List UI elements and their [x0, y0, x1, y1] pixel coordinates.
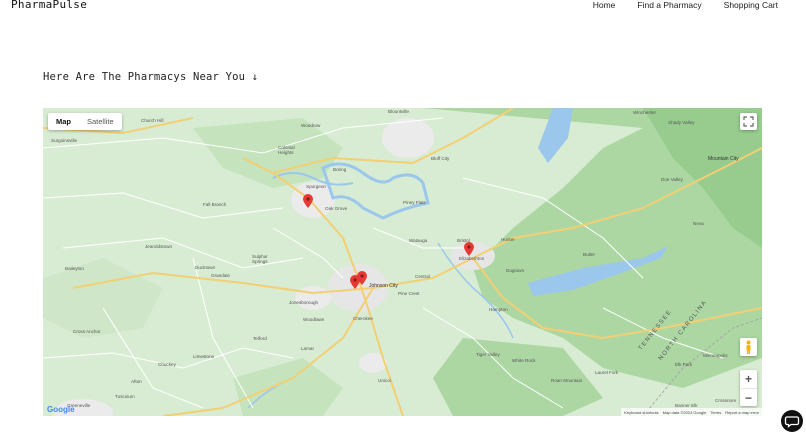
zoom-out-button[interactable]: −	[740, 388, 757, 407]
pharmacy-marker[interactable]	[303, 194, 313, 208]
place-label: Blountville	[388, 109, 409, 114]
place-label: Tusculum	[115, 394, 135, 399]
place-label: Boring	[333, 167, 347, 172]
place-label: Hunter	[501, 237, 515, 242]
place-label: Woodlawn	[303, 317, 325, 322]
place-label: Unicoi	[378, 378, 391, 383]
fullscreen-icon	[743, 116, 754, 127]
place-label: Spurgeon	[306, 184, 326, 189]
map-type-satellite[interactable]: Satellite	[79, 113, 122, 130]
place-label: Jonesborough	[289, 300, 319, 305]
place-label: Jearoldstown	[145, 244, 173, 249]
keyboard-shortcuts-link[interactable]: Keyboard shortcuts	[624, 410, 658, 415]
main-nav: Home Find a Pharmacy Shopping Cart	[593, 0, 778, 10]
place-label: Dugtown	[506, 268, 525, 273]
place-label: Elk Park	[675, 362, 693, 367]
google-logo: Google	[47, 405, 75, 414]
place-label: Central	[415, 274, 430, 279]
brand-logo[interactable]: PharmaPulse	[11, 0, 87, 11]
place-label: Piney Flats	[403, 200, 426, 205]
pharmacy-marker[interactable]	[464, 242, 474, 256]
map-data-text: Map data ©2024 Google	[662, 409, 707, 415]
place-label: Surgoinsville	[51, 138, 78, 143]
pharmacy-map[interactable]: Church Hill Blountville Winchester Shady…	[43, 108, 762, 416]
place-label: Neva	[693, 221, 704, 226]
page-heading: Here Are The Pharmacys Near You ↓	[43, 71, 259, 83]
place-label: Laurel Fork	[595, 370, 619, 375]
chat-button[interactable]	[781, 410, 803, 432]
pegman-icon	[746, 340, 751, 354]
place-label: Mountain City	[708, 156, 739, 162]
fullscreen-button[interactable]	[740, 113, 757, 130]
zoom-in-button[interactable]: +	[740, 370, 757, 388]
place-label: Minneapolis	[703, 353, 728, 358]
place-label: Tiger Valley	[476, 352, 500, 357]
place-label: Winchester	[633, 110, 656, 115]
pharmacy-marker[interactable]	[357, 271, 367, 285]
place-label: Oak Grove	[325, 206, 348, 211]
place-label: Watauga	[409, 238, 428, 243]
place-label: Grandale	[211, 273, 230, 278]
terms-link[interactable]: Terms	[710, 410, 721, 415]
place-label: Afton	[131, 379, 142, 384]
place-label: Cross Anchor	[73, 329, 101, 334]
nav-shopping-cart[interactable]: Shopping Cart	[724, 0, 778, 10]
place-label: Sulphur Springs	[252, 254, 268, 264]
place-label: Johnson City	[369, 283, 398, 289]
place-label: Crossnore	[715, 398, 737, 403]
nav-find-pharmacy[interactable]: Find a Pharmacy	[637, 0, 701, 10]
place-label: Butler	[583, 252, 596, 257]
report-error-link[interactable]: Report a map error	[725, 410, 759, 415]
map-type-map[interactable]: Map	[48, 113, 79, 130]
map-type-control: Map Satellite	[48, 113, 122, 130]
place-label: Church Hill	[141, 118, 164, 123]
place-label: Doe Valley	[661, 177, 683, 182]
pegman-button[interactable]	[740, 338, 757, 356]
place-label: Fall Branch	[203, 202, 227, 207]
place-label: Elizabethton	[459, 256, 485, 261]
zoom-control: + −	[740, 370, 757, 406]
place-label: Pine Crest	[398, 291, 420, 296]
chat-icon	[784, 416, 800, 428]
place-label: Telford	[253, 336, 267, 341]
map-canvas[interactable]	[43, 108, 762, 416]
place-label: Shady Valley	[668, 120, 695, 125]
place-label: Hampton	[489, 307, 508, 312]
place-label: Baileyton	[65, 266, 84, 271]
nav-home[interactable]: Home	[593, 0, 616, 10]
place-label: Colonial Heights	[278, 145, 295, 155]
place-label: Lamar	[301, 346, 315, 351]
place-label: Woodrow	[301, 123, 321, 128]
place-label: Chuckey	[158, 362, 176, 367]
place-label: White Rock	[512, 358, 536, 363]
place-label: Bluff City	[431, 156, 450, 161]
place-label: Cherokee	[353, 316, 373, 321]
map-footer: Keyboard shortcuts Map data ©2024 Google…	[621, 408, 762, 416]
place-label: Limestone	[193, 354, 215, 359]
place-label: Ducktown	[195, 265, 216, 270]
place-label: Roan Mountain	[551, 378, 583, 383]
